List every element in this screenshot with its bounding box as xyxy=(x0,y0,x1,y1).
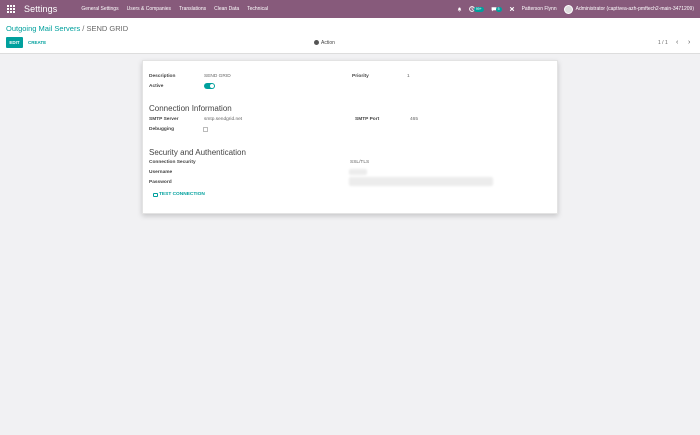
avatar xyxy=(563,4,573,14)
control-panel: Outgoing Mail Servers / SEND GRID EDIT C… xyxy=(0,18,700,54)
priority-field[interactable]: 1 xyxy=(407,74,410,79)
menu-users-companies[interactable]: Users & Companies xyxy=(123,6,175,12)
app-title: Settings xyxy=(24,4,58,14)
action-label: Action xyxy=(321,39,335,46)
description-label: Description xyxy=(149,74,176,79)
company-switcher[interactable]: Patterson Flynn xyxy=(522,6,557,12)
password-label: Password xyxy=(149,180,172,185)
connection-security-label: Connection Security xyxy=(149,160,196,165)
pager-value[interactable]: 1 / 1 xyxy=(658,38,668,47)
systray: 99+ 5 Patterson Flynn Administrator (cap… xyxy=(457,0,694,18)
messages-badge: 5 xyxy=(495,6,502,12)
breadcrumb: Outgoing Mail Servers / SEND GRID xyxy=(6,24,128,33)
edit-button[interactable]: EDIT xyxy=(6,37,23,48)
smtp-server-label: SMTP Server xyxy=(149,117,179,122)
top-navbar: Settings General Settings Users & Compan… xyxy=(0,0,700,18)
bell-icon[interactable] xyxy=(457,7,462,12)
debugging-checkbox[interactable] xyxy=(203,127,208,132)
user-name: Administrator (captivea-azh-pmftech2-mai… xyxy=(575,6,694,12)
connection-information-heading: Connection Information xyxy=(149,104,232,113)
security-authentication-heading: Security and Authentication xyxy=(149,148,246,157)
main-menu: General Settings Users & Companies Trans… xyxy=(77,6,272,12)
breadcrumb-parent[interactable]: Outgoing Mail Servers xyxy=(6,24,80,33)
debugging-label: Debugging xyxy=(149,127,175,132)
password-field[interactable] xyxy=(349,177,493,186)
server-icon xyxy=(153,192,158,197)
active-toggle[interactable] xyxy=(204,83,215,89)
gear-icon xyxy=(314,40,319,45)
activity-button[interactable]: 99+ xyxy=(468,6,484,12)
menu-clean-data[interactable]: Clean Data xyxy=(210,6,243,12)
smtp-port-field[interactable]: 465 xyxy=(410,117,418,122)
pager-next-button[interactable]: › xyxy=(688,38,690,47)
toggle-knob xyxy=(210,84,214,88)
description-field[interactable]: SEND GRID xyxy=(204,74,231,79)
smtp-port-label: SMTP Port xyxy=(355,117,380,122)
close-icon[interactable] xyxy=(509,6,515,12)
connection-security-field[interactable]: SSL/TLS xyxy=(350,160,369,165)
breadcrumb-separator: / xyxy=(82,24,85,33)
active-label: Active xyxy=(149,84,164,89)
messages-button[interactable]: 5 xyxy=(491,6,502,12)
action-menu-button[interactable]: Action xyxy=(314,38,335,47)
priority-label: Priority xyxy=(352,74,369,79)
menu-technical[interactable]: Technical xyxy=(243,6,272,12)
user-menu[interactable]: Administrator (captivea-azh-pmftech2-mai… xyxy=(563,4,694,14)
username-label: Username xyxy=(149,170,173,175)
breadcrumb-current: SEND GRID xyxy=(86,24,129,33)
test-connection-button[interactable]: TEST CONNECTION xyxy=(153,192,205,197)
menu-translations[interactable]: Translations xyxy=(175,6,210,12)
apps-menu-icon[interactable] xyxy=(2,0,20,18)
test-connection-label: TEST CONNECTION xyxy=(159,192,205,197)
activity-badge: 99+ xyxy=(473,6,484,12)
create-button[interactable]: CREATE xyxy=(28,37,46,48)
username-field[interactable] xyxy=(349,169,367,175)
smtp-server-field[interactable]: smtp.sendgrid.net xyxy=(204,117,242,122)
menu-general-settings[interactable]: General Settings xyxy=(77,6,122,12)
form-sheet: Description SEND GRID Priority 1 Active … xyxy=(142,60,558,214)
pager-previous-button[interactable]: ‹ xyxy=(676,38,678,47)
